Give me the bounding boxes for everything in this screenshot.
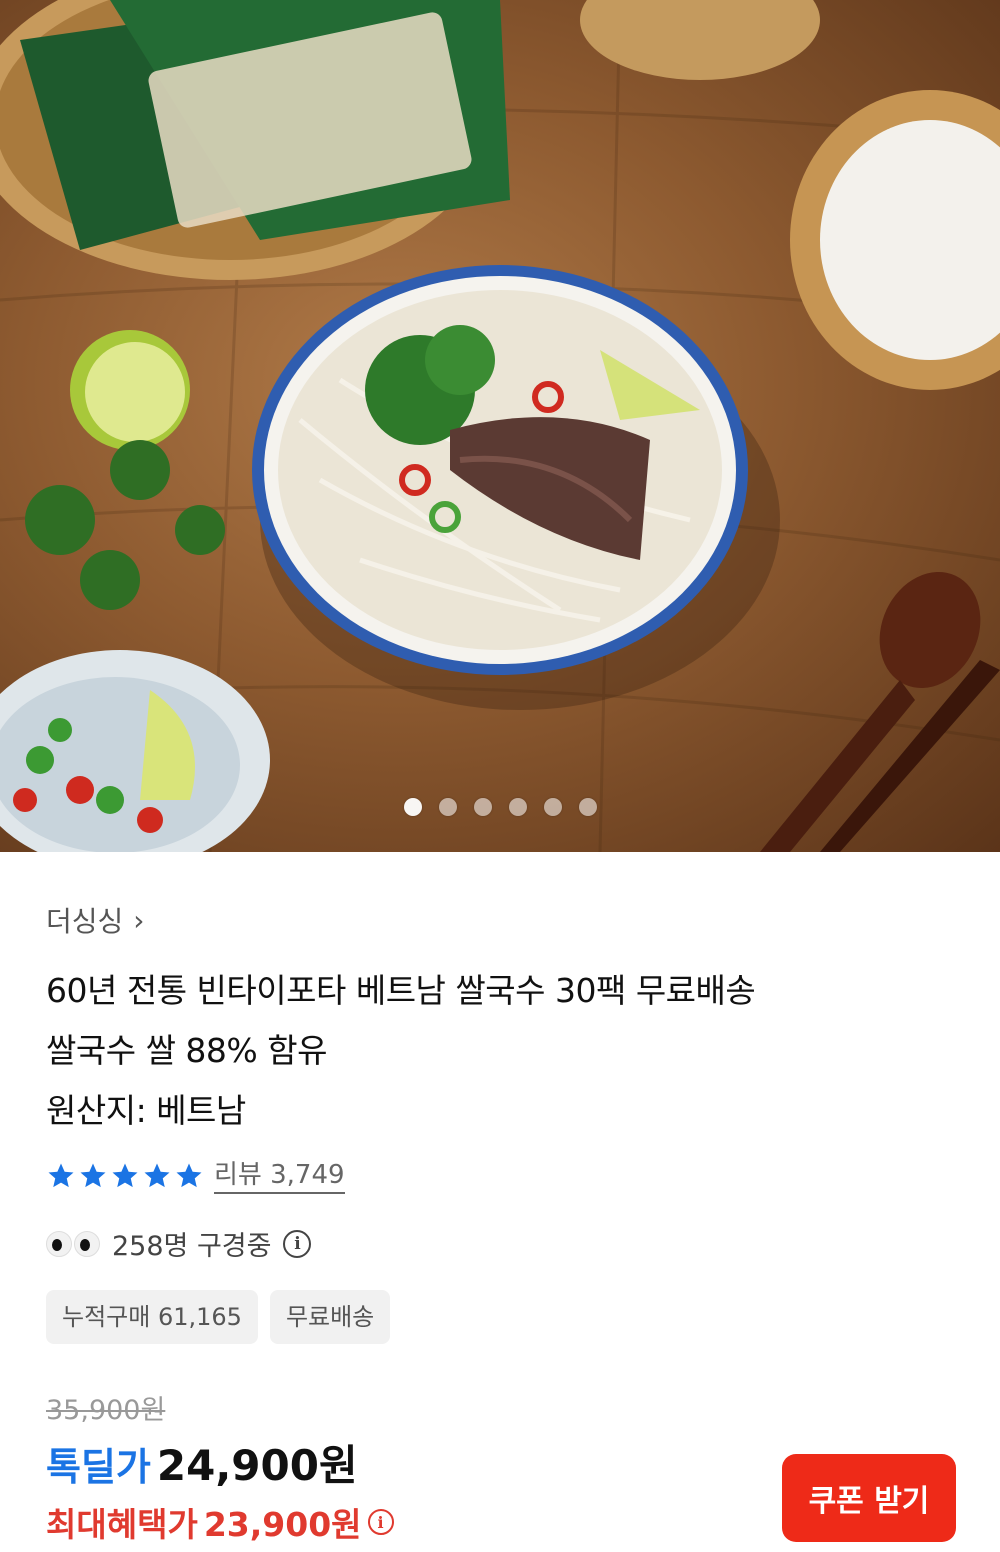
star-icon [144, 1163, 170, 1188]
product-chips: 누적구매 61,165 무료배송 [46, 1290, 391, 1344]
rating-row: 리뷰 3,749 [46, 1158, 345, 1194]
review-count-link[interactable]: 리뷰 3,749 [214, 1158, 345, 1194]
product-title-line-3: 원산지: 베트남 [46, 1091, 246, 1130]
star-icon [176, 1163, 202, 1188]
product-title-line-1: 60년 전통 빈타이포타 베트남 쌀국수 30팩 무료배송 [46, 971, 756, 1010]
seller-name: 더싱싱 [46, 905, 124, 938]
carousel-dot[interactable] [508, 798, 527, 816]
carousel-indicator[interactable] [0, 798, 1000, 816]
seller-link[interactable]: 더싱싱 › [46, 900, 144, 940]
viewing-count: 258명 구경중 [112, 1231, 272, 1262]
max-benefit-price: 23,900원 [203, 1505, 362, 1544]
deal-label: 톡딜가 [46, 1445, 151, 1489]
star-icon [48, 1163, 74, 1188]
carousel-dot[interactable] [578, 798, 597, 816]
rating-stars [46, 1161, 204, 1191]
product-title-line-2: 쌀국수 쌀 88% 함유 [46, 1031, 327, 1070]
carousel-dot[interactable] [473, 798, 492, 816]
carousel-dot[interactable] [438, 798, 457, 816]
deal-price: 24,900원 [156, 1441, 358, 1490]
max-benefit-row: 최대혜택가 23,900원 i [46, 1498, 394, 1546]
chevron-right-icon: › [133, 903, 145, 937]
chip-total-purchases: 누적구매 61,165 [46, 1290, 258, 1344]
carousel-dot[interactable] [543, 798, 562, 816]
product-image[interactable] [0, 0, 1000, 852]
max-benefit-label: 최대혜택가 [46, 1505, 198, 1544]
eyes-icon [46, 1230, 100, 1257]
chip-free-shipping: 무료배송 [269, 1290, 391, 1344]
viewing-now: 258명 구경중 i [46, 1224, 312, 1263]
pho-illustration [0, 0, 1000, 852]
info-icon[interactable]: i [283, 1229, 312, 1258]
star-icon [112, 1163, 138, 1188]
original-price: 35,900원 [46, 1395, 166, 1426]
get-coupon-button[interactable]: 쿠폰 받기 [782, 1454, 956, 1542]
deal-price-row: 톡딜가 24,900원 [46, 1432, 358, 1493]
info-icon[interactable]: i [367, 1509, 394, 1535]
carousel-dot[interactable] [403, 798, 422, 816]
star-icon [80, 1163, 106, 1188]
